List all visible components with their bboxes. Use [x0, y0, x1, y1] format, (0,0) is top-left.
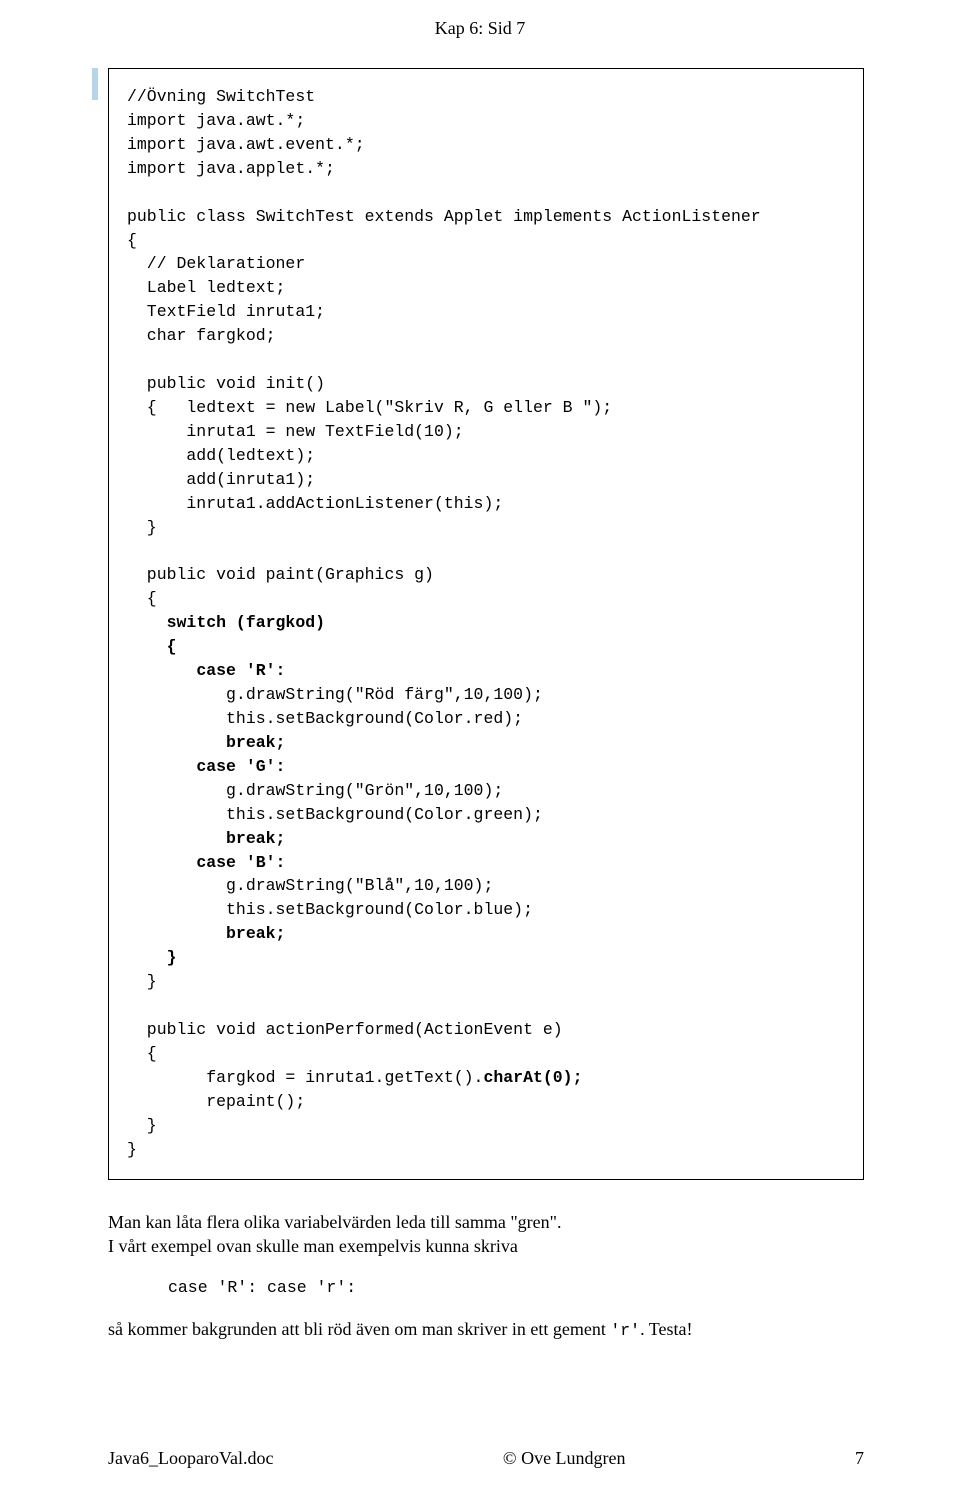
code-line: //Övning SwitchTest — [127, 87, 315, 106]
code-line: this.setBackground(Color.blue); — [127, 900, 533, 919]
code-line: case 'R': — [196, 661, 285, 680]
code-line: break; — [226, 924, 285, 943]
code-line: } — [127, 1116, 157, 1135]
footer-filename: Java6_LooparoVal.doc — [108, 1448, 273, 1469]
code-indent — [127, 757, 196, 776]
code-line: charAt(0); — [483, 1068, 582, 1087]
code-line: { — [127, 589, 157, 608]
code-line: import java.applet.*; — [127, 159, 335, 178]
code-line: { — [127, 231, 137, 250]
footer-page-number: 7 — [855, 1448, 864, 1469]
code-indent — [127, 733, 226, 752]
footer-author: © Ove Lundgren — [503, 1448, 626, 1469]
code-line: import java.awt.*; — [127, 111, 305, 130]
body-text: Man kan låta flera olika variabelvärden … — [108, 1210, 864, 1342]
code-line: public void actionPerformed(ActionEvent … — [127, 1020, 563, 1039]
code-line: import java.awt.event.*; — [127, 135, 365, 154]
code-line: fargkod = inruta1.getText(). — [127, 1068, 483, 1087]
code-line: // Deklarationer — [127, 254, 305, 273]
code-line: { ledtext = new Label("Skriv R, G eller … — [127, 398, 612, 417]
code-indent — [127, 853, 196, 872]
code-line: Label ledtext; — [127, 278, 285, 297]
page-footer: Java6_LooparoVal.doc © Ove Lundgren 7 — [108, 1448, 864, 1469]
code-line: repaint(); — [127, 1092, 305, 1111]
code-line: case 'B': — [196, 853, 285, 872]
code-line: } — [127, 1140, 137, 1159]
code-line: g.drawString("Blå",10,100); — [127, 876, 493, 895]
page-header: Kap 6: Sid 7 — [0, 0, 960, 49]
code-line: } — [167, 948, 177, 967]
code-line: { — [127, 1044, 157, 1063]
code-indent — [127, 613, 167, 632]
code-line: this.setBackground(Color.red); — [127, 709, 523, 728]
inline-code: case 'R': case 'r': — [168, 1277, 864, 1299]
code-line: public void init() — [127, 374, 325, 393]
code-indent — [127, 637, 167, 656]
code-line: public void paint(Graphics g) — [127, 565, 434, 584]
code-line: this.setBackground(Color.green); — [127, 805, 543, 824]
code-line: } — [127, 518, 157, 537]
code-line: break; — [226, 829, 285, 848]
code-line: add(ledtext); — [127, 446, 315, 465]
code-line: char fargkod; — [127, 326, 276, 345]
para-line: så kommer bakgrunden att bli röd även om… — [108, 1319, 610, 1339]
para-line: Man kan låta flera olika variabelvärden … — [108, 1212, 562, 1232]
code-indent — [127, 924, 226, 943]
code-indent — [127, 829, 226, 848]
margin-highlight — [92, 68, 98, 100]
inline-mono: 'r' — [610, 1321, 640, 1340]
code-listing: //Övning SwitchTest import java.awt.*; i… — [108, 68, 864, 1180]
code-indent — [127, 948, 167, 967]
code-indent — [127, 661, 196, 680]
code-line: inruta1 = new TextField(10); — [127, 422, 464, 441]
code-line: case 'G': — [196, 757, 285, 776]
para-line: . Testa! — [640, 1319, 692, 1339]
code-line: } — [127, 972, 157, 991]
code-line: TextField inruta1; — [127, 302, 325, 321]
code-line: add(inruta1); — [127, 470, 315, 489]
code-line: switch (fargkod) — [167, 613, 325, 632]
code-line: break; — [226, 733, 285, 752]
code-line: g.drawString("Röd färg",10,100); — [127, 685, 543, 704]
code-line: g.drawString("Grön",10,100); — [127, 781, 503, 800]
code-line: public class SwitchTest extends Applet i… — [127, 207, 761, 226]
code-line: inruta1.addActionListener(this); — [127, 494, 503, 513]
para-line: I vårt exempel ovan skulle man exempelvi… — [108, 1236, 518, 1256]
code-line: { — [167, 637, 177, 656]
